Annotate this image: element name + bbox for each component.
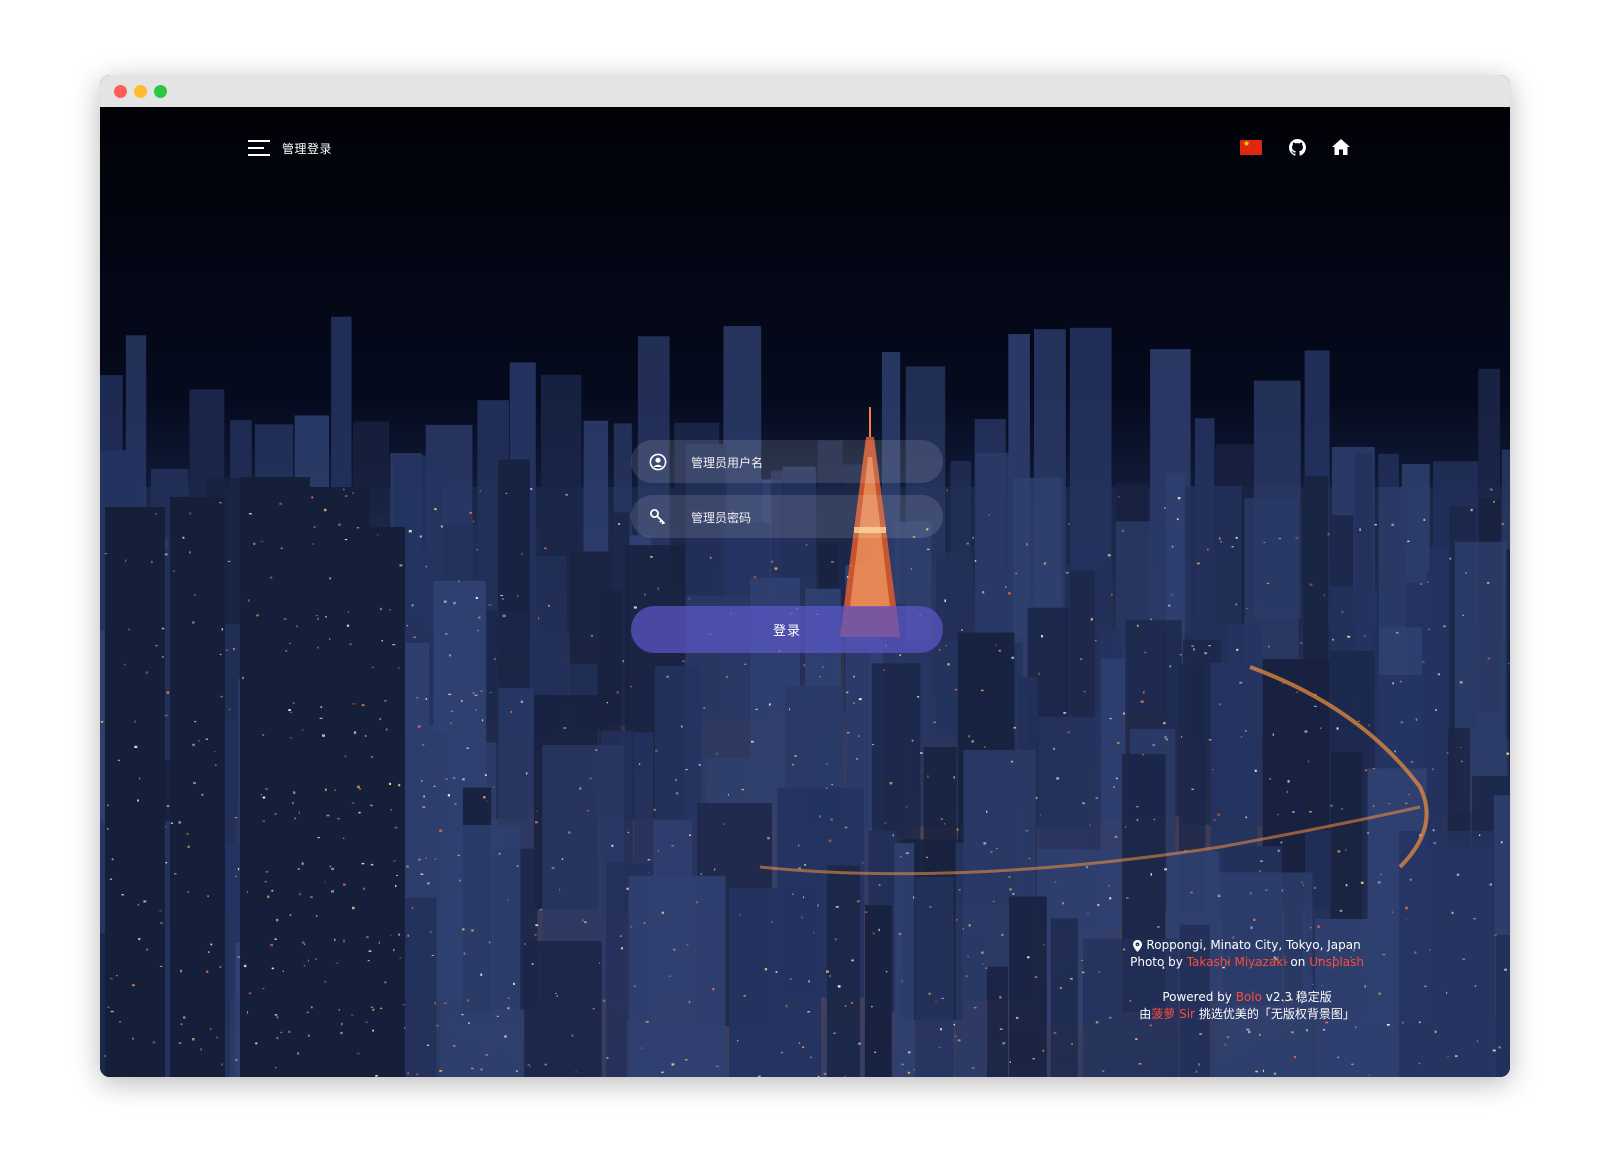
username-input[interactable] xyxy=(689,440,933,485)
close-window-button[interactable] xyxy=(114,85,127,98)
curator-suffix: 挑选优美的「无版权背景图」 xyxy=(1198,1007,1355,1021)
top-nav-right xyxy=(1240,138,1350,156)
curator-line: 由菠萝 Sir 挑选优美的「无版权背景图」 xyxy=(1130,1006,1364,1023)
map-pin-icon xyxy=(1133,939,1143,952)
location-text: Roppongi, Minato City, Tokyo, Japan xyxy=(1146,938,1361,952)
login-page: 管理登录 ★ 管理员用户名 登录 Roppongi, Minato City, … xyxy=(100,107,1510,1077)
photo-credit-line: Photo by Takashi Miyazaki on Unsplash xyxy=(1130,954,1364,971)
minimize-window-button[interactable] xyxy=(134,85,147,98)
photo-credits: Roppongi, Minato City, Tokyo, Japan Phot… xyxy=(1130,937,1364,1023)
powered-version: v2.3 稳定版 xyxy=(1265,990,1332,1004)
photographer-link[interactable]: Takashi Miyazaki xyxy=(1187,955,1287,969)
powered-prefix: Powered by xyxy=(1162,990,1232,1004)
powered-by-line: Powered by Bolo v2.3 稳定版 xyxy=(1130,989,1364,1006)
login-form: 登录 xyxy=(631,440,943,653)
china-flag-icon[interactable] xyxy=(1240,139,1262,155)
user-circle-icon xyxy=(649,453,667,471)
bolo-link[interactable]: Bolo xyxy=(1236,990,1262,1004)
curator-prefix: 由 xyxy=(1139,1007,1152,1021)
photo-prefix: Photo by xyxy=(1130,955,1183,969)
github-icon[interactable] xyxy=(1288,138,1306,156)
maximize-window-button[interactable] xyxy=(154,85,167,98)
password-field xyxy=(631,495,943,540)
location-line: Roppongi, Minato City, Tokyo, Japan xyxy=(1130,937,1364,954)
login-button[interactable]: 登录 xyxy=(631,606,943,653)
photo-on: on xyxy=(1290,955,1306,969)
window-titlebar xyxy=(100,75,1510,107)
page-title: 管理登录 xyxy=(282,141,333,156)
password-input[interactable] xyxy=(689,495,933,540)
top-nav-left: 管理登录 xyxy=(248,139,332,157)
menu-icon[interactable] xyxy=(248,139,270,157)
home-icon[interactable] xyxy=(1332,138,1350,156)
username-field xyxy=(631,440,943,485)
key-icon xyxy=(650,509,666,525)
curator-link[interactable]: 菠萝 Sir xyxy=(1151,1007,1195,1021)
browser-window: 管理登录 ★ 管理员用户名 登录 Roppongi, Minato City, … xyxy=(100,75,1510,1077)
unsplash-link[interactable]: Unsplash xyxy=(1309,955,1364,969)
